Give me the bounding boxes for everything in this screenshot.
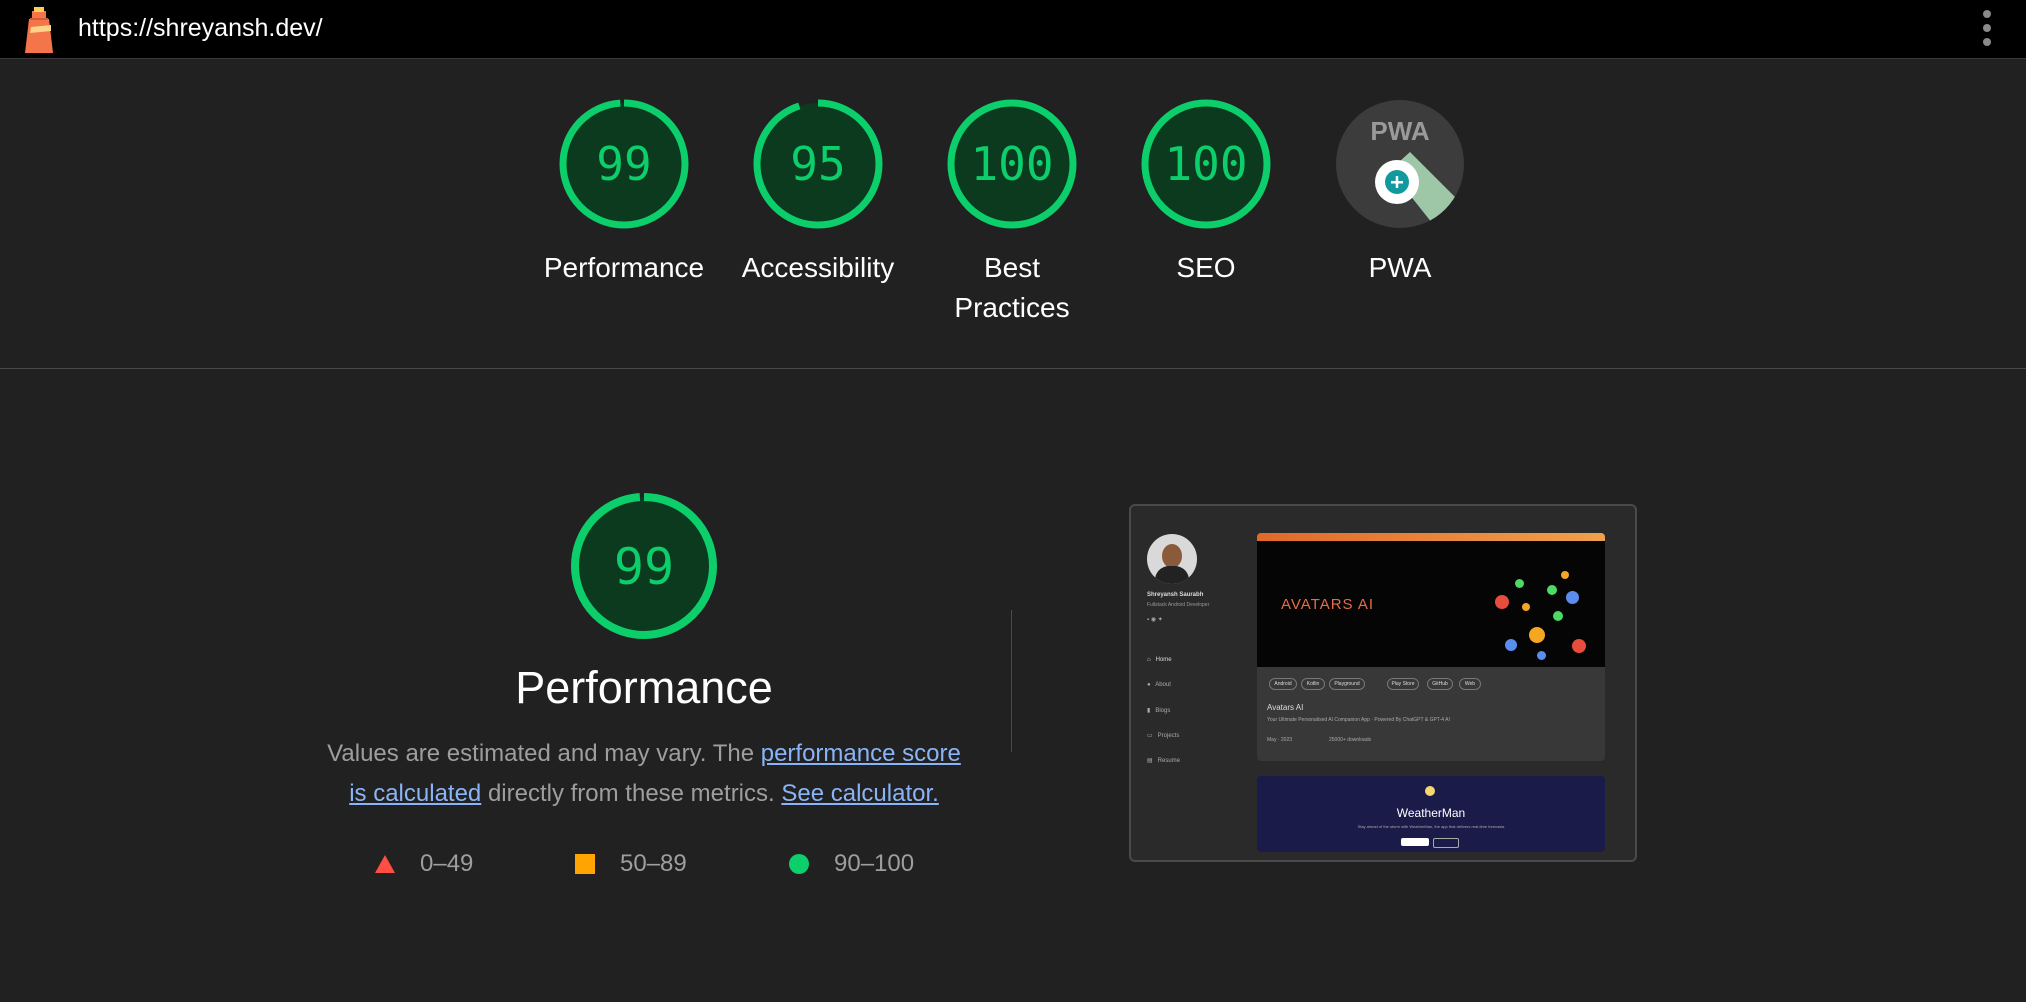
score-performance[interactable]: 99 Performance	[534, 98, 714, 288]
thumb-sidebar: Shreyansh Saurabh Fullstack Android Deve…	[1131, 506, 1249, 860]
browser-toolbar: https://shreyansh.dev/	[0, 0, 2026, 59]
pwa-label: PWA	[1368, 252, 1432, 283]
desc-prefix: Values are estimated and may vary. The	[327, 740, 761, 767]
performance-main-gauge: 99	[571, 493, 717, 639]
performance-score: 99	[596, 137, 651, 191]
avatar	[1147, 534, 1197, 584]
tag-chip: Play Store	[1387, 678, 1419, 690]
legend-average-label: 50–89	[620, 850, 687, 877]
legend-pass-label: 90–100	[834, 850, 915, 877]
thumb-nav-resume: ▤ Resume	[1147, 758, 1181, 764]
thumb-name: Shreyansh Saurabh	[1147, 592, 1204, 598]
svg-text:PWA: PWA	[1370, 116, 1429, 146]
lighthouse-icon	[25, 7, 53, 53]
tag-chip: Playground	[1329, 678, 1365, 690]
thumb-project-card: AVATARS AI Android Kotlin Playground Pla…	[1257, 533, 1605, 761]
tag-chip: GitHub	[1427, 678, 1453, 690]
triangle-icon	[375, 855, 395, 873]
performance-gauge: 99	[559, 99, 689, 229]
social-icons: ▪ ◉ ✦	[1147, 617, 1163, 623]
thumb-weather-sub: Stay ahead of the storm with WeatherMan,…	[1357, 824, 1505, 829]
performance-title: Performance	[515, 662, 773, 713]
legend-pass: 90–100	[788, 850, 914, 878]
tag-chip: Web	[1459, 678, 1481, 690]
thumb-hero: AVATARS AI	[1257, 541, 1605, 667]
thumb-weather-title: WeatherMan	[1396, 806, 1466, 820]
page-screenshot-thumbnail[interactable]: Shreyansh Saurabh Fullstack Android Deve…	[1129, 504, 1637, 862]
legend-fail: 0–49	[374, 850, 473, 878]
accessibility-label: Accessibility	[741, 252, 895, 283]
url-text[interactable]: https://shreyansh.dev/	[78, 12, 323, 44]
score-accessibility[interactable]: 95 Accessibility	[728, 98, 908, 288]
legend-fail-label: 0–49	[420, 850, 474, 877]
square-icon	[575, 854, 595, 874]
thumb-nav-about: ● About	[1147, 682, 1171, 688]
vertical-divider	[1011, 610, 1012, 752]
accessibility-score: 95	[790, 137, 845, 191]
score-seo[interactable]: 100 SEO	[1116, 98, 1296, 288]
desc-middle: directly from these metrics.	[481, 780, 782, 807]
section-divider	[0, 368, 2026, 369]
kebab-menu-icon[interactable]	[1982, 10, 1992, 46]
best-practices-gauge: 100	[947, 99, 1077, 229]
seo-gauge: 100	[1141, 99, 1271, 229]
thumb-hero-title: AVATARS AI	[1281, 596, 1375, 613]
pwa-badge-icon: PWA	[1336, 100, 1464, 228]
seo-score: 100	[1164, 137, 1247, 191]
thumb-weather-card: WeatherMan Stay ahead of the storm with …	[1257, 776, 1605, 852]
thumb-project-downloads: 25000+ downloads	[1329, 737, 1372, 743]
thumb-project-date: May · 2023	[1267, 737, 1293, 743]
thumb-project-title: Avatars AI	[1267, 703, 1304, 712]
thumb-nav-projects: ▭ Projects	[1147, 733, 1180, 739]
best-practices-label: Best Practices	[954, 252, 1070, 323]
performance-description: Values are estimated and may vary. The p…	[316, 734, 972, 814]
thumb-role: Fullstack Android Developer	[1147, 602, 1210, 608]
best-practices-score: 100	[970, 137, 1053, 191]
see-calculator-link[interactable]: See calculator.	[781, 780, 938, 807]
circle-icon	[789, 854, 809, 874]
tag-chip: Kotlin	[1301, 678, 1325, 690]
performance-label: Performance	[543, 252, 705, 283]
tag-chip: Android	[1269, 678, 1297, 690]
thumb-nav-blogs: ▮ Blogs	[1147, 708, 1171, 714]
score-best-practices[interactable]: 100 Best Practices	[922, 98, 1102, 328]
score-pwa[interactable]: PWA PWA	[1310, 98, 1490, 288]
performance-main-score: 99	[614, 538, 674, 596]
accessibility-gauge: 95	[753, 99, 883, 229]
legend-average: 50–89	[574, 850, 687, 878]
thumb-project-sub: Your Ultimate Personalised AI Companion …	[1267, 717, 1450, 723]
score-gauges: 99 Performance 95 Accessibility 100 Best…	[0, 98, 2026, 368]
seo-label: SEO	[1176, 252, 1236, 283]
thumb-nav-home: ⌂ Home	[1147, 657, 1172, 663]
